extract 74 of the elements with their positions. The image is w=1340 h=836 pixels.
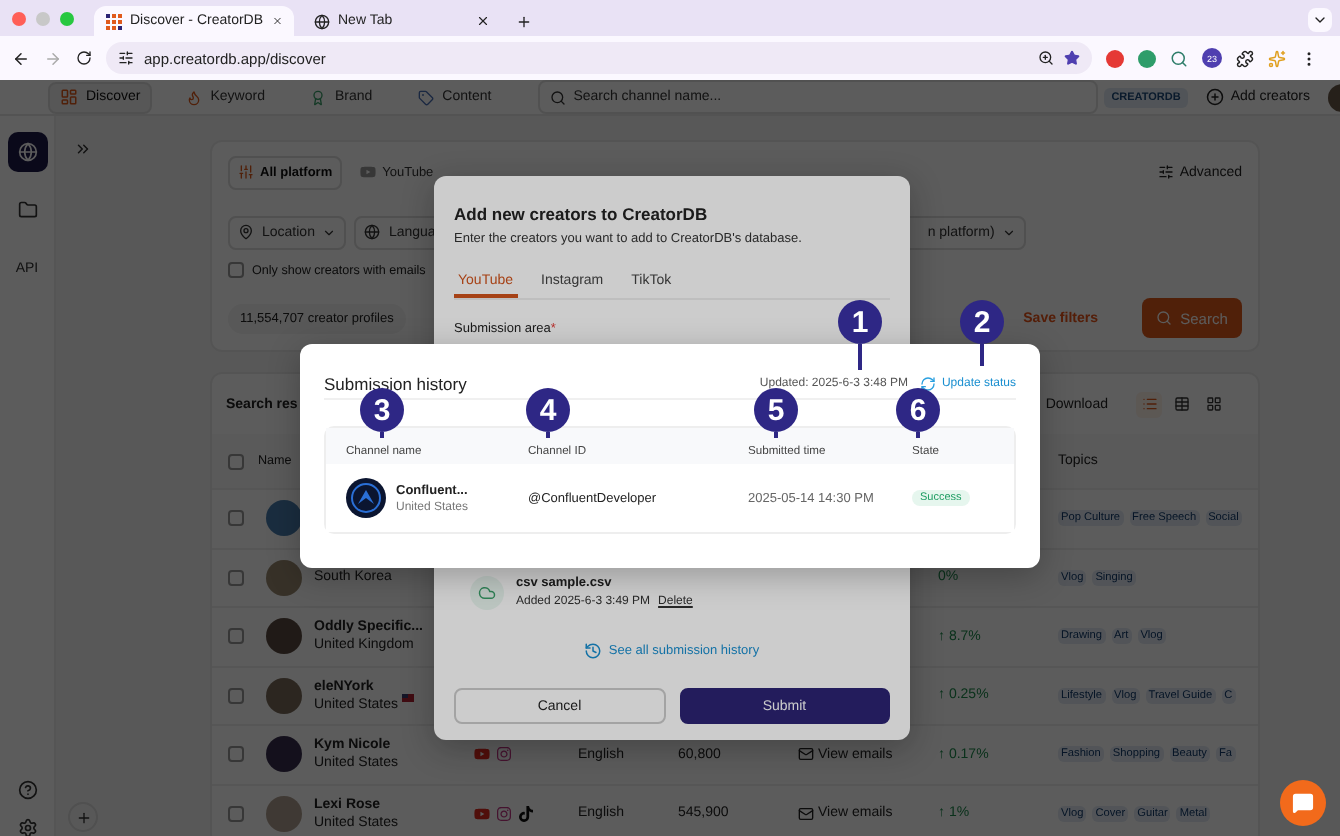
tab-list-button[interactable] (1308, 8, 1332, 32)
avatar-placeholder (266, 795, 302, 832)
mail-icon (798, 746, 814, 763)
youtube-icon (474, 805, 490, 822)
chat-button[interactable] (1280, 780, 1326, 826)
map-pin-icon (238, 224, 254, 240)
folder-icon (17, 200, 37, 220)
globe-icon (17, 142, 37, 162)
flame-icon (186, 89, 203, 105)
avatar-placeholder (266, 736, 302, 773)
sliders-icon (1157, 164, 1174, 180)
plus-icon (75, 809, 91, 825)
settings-icon[interactable] (17, 818, 37, 836)
site-settings-icon[interactable] (118, 50, 134, 66)
chevron-down-icon (1002, 225, 1017, 239)
table-icon (1173, 396, 1189, 412)
instagram-icon (496, 746, 512, 763)
platforms-icon (238, 164, 254, 180)
number-callout: 1 (838, 300, 882, 370)
avatar-placeholder (266, 559, 302, 596)
chevron-down-icon (1312, 12, 1328, 28)
checkbox[interactable] (228, 510, 244, 527)
avatar-placeholder (266, 677, 302, 714)
plus-circle-icon (1206, 88, 1225, 106)
star-icon[interactable] (1064, 50, 1080, 66)
search-icon (1156, 310, 1173, 326)
globe-nav-button[interactable] (7, 132, 47, 172)
maximize-window-button[interactable] (60, 11, 74, 25)
youtube-icon (474, 746, 490, 763)
list-view-button[interactable] (1136, 391, 1162, 417)
cloud-icon (470, 575, 504, 609)
expand-sidebar-icon[interactable] (74, 140, 92, 158)
globe-icon (364, 224, 381, 240)
help-icon[interactable] (17, 780, 37, 800)
grid-icon (1205, 396, 1221, 412)
extensions-icon[interactable] (1236, 49, 1254, 67)
checkbox[interactable] (228, 569, 244, 586)
list-icon (1141, 396, 1157, 412)
tag-icon (418, 89, 435, 105)
history-icon (584, 641, 603, 659)
grid-favicon-icon (106, 13, 122, 29)
tiktok-icon (518, 805, 534, 822)
youtube-icon (360, 164, 377, 180)
chevron-down-icon (322, 225, 337, 239)
checkbox[interactable] (228, 687, 244, 704)
avatar-placeholder (266, 500, 302, 537)
checkbox[interactable] (228, 453, 244, 469)
close-tab-icon[interactable] (476, 14, 490, 28)
avatar-placeholder (266, 618, 302, 655)
checkbox[interactable] (228, 746, 244, 763)
zoom-icon[interactable] (1038, 50, 1054, 66)
globe-favicon-icon (314, 13, 330, 29)
checkbox[interactable] (228, 805, 244, 822)
reload-icon[interactable] (76, 50, 92, 66)
refresh-icon[interactable] (919, 375, 936, 391)
sparkle-icon[interactable] (1268, 49, 1286, 67)
extension-icon[interactable] (1170, 49, 1188, 67)
award-icon (310, 89, 327, 105)
add-button[interactable] (68, 802, 98, 832)
dashboard-icon (60, 88, 78, 106)
channel-logo-icon (346, 478, 386, 518)
mail-icon (798, 805, 814, 822)
instagram-icon (496, 805, 512, 822)
number-callout: 2 (960, 300, 1004, 366)
chat-icon (1292, 792, 1314, 814)
checkbox[interactable] (228, 628, 244, 645)
dialog-title: Submission history (324, 373, 467, 393)
back-icon[interactable] (12, 49, 30, 67)
dialog-title: Add new creators to CreatorDB (454, 204, 710, 224)
search-icon (549, 89, 566, 105)
new-tab-icon[interactable] (516, 13, 532, 29)
close-window-button[interactable] (12, 11, 26, 25)
checkbox[interactable] (228, 262, 244, 278)
forward-icon[interactable] (44, 49, 62, 67)
